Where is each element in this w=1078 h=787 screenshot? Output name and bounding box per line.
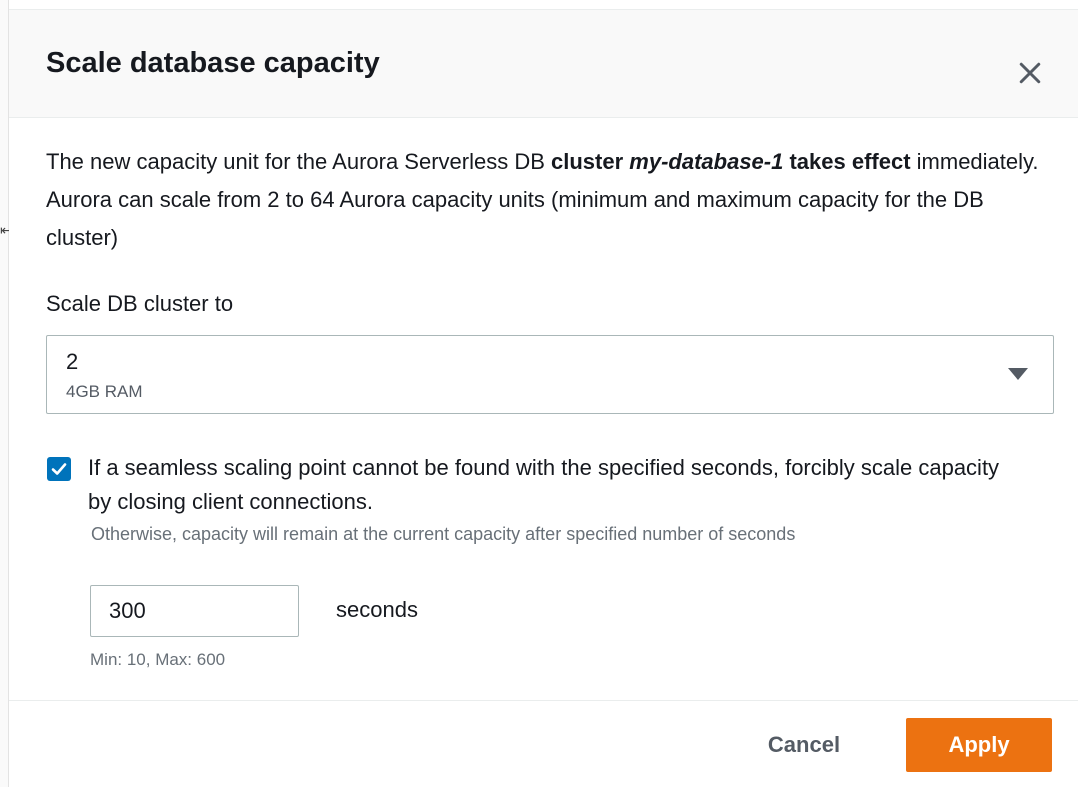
background-page-edge: ⇤ [0, 0, 12, 787]
apply-button[interactable]: Apply [906, 718, 1052, 772]
description-text-1: The new capacity unit for the Aurora Ser… [46, 149, 552, 174]
modal-title: Scale database capacity [46, 47, 380, 79]
timeout-unit-label: seconds [336, 597, 418, 622]
capacity-select-value: 2 [66, 349, 79, 374]
force-scaling-label[interactable]: If a seamless scaling point cannot be fo… [88, 451, 1028, 519]
close-icon [1019, 62, 1041, 84]
cluster-name: my-database-1 [629, 149, 784, 174]
caret-down-icon [1008, 368, 1028, 380]
description-text-4: takes effect [783, 149, 911, 174]
scale-field-label: Scale DB cluster to [46, 291, 234, 316]
timeout-constraint-text: Min: 10, Max: 600 [90, 650, 226, 669]
close-button[interactable] [1015, 58, 1055, 98]
capacity-select[interactable]: 2 4GB RAM [46, 335, 1054, 414]
checkmark-icon [51, 463, 67, 475]
footer-divider [9, 700, 1078, 701]
description-text-2: cluster [551, 149, 630, 174]
force-scaling-checkbox[interactable] [47, 457, 71, 481]
cancel-button[interactable]: Cancel [739, 718, 869, 772]
timeout-seconds-input[interactable] [90, 585, 299, 637]
capacity-select-sublabel: 4GB RAM [66, 382, 143, 401]
scale-capacity-modal: Scale database capacity The new capacity… [9, 0, 1078, 787]
force-scaling-description: Otherwise, capacity will remain at the c… [91, 524, 796, 544]
modal-header: Scale database capacity [9, 9, 1078, 118]
modal-description: The new capacity unit for the Aurora Ser… [46, 143, 1056, 257]
